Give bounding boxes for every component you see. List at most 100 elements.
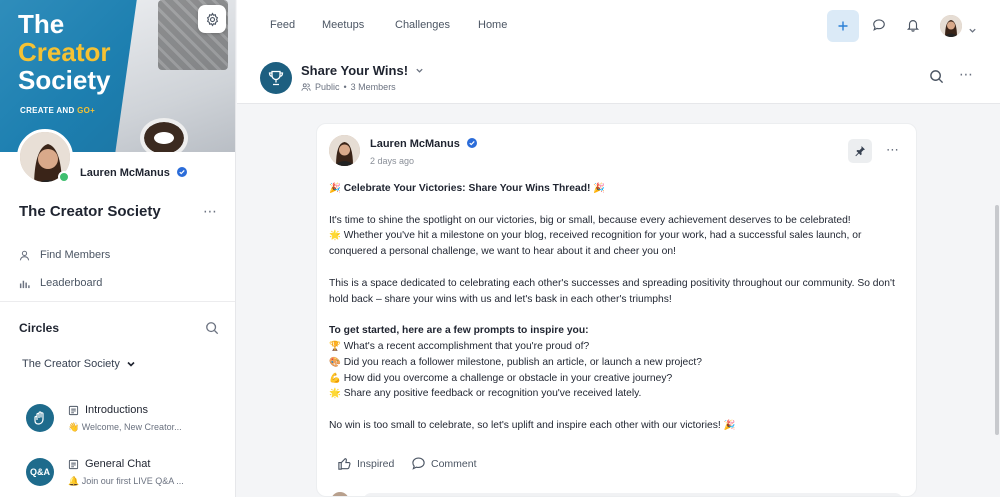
bar-chart-icon (19, 280, 30, 288)
post-author-row: Lauren McManus (370, 138, 477, 150)
post-author[interactable]: Lauren McManus (370, 138, 460, 150)
sidebar-item-label: Leaderboard (40, 277, 103, 289)
post-timestamp[interactable]: 2 days ago (370, 156, 414, 166)
meta-separator: • (343, 82, 347, 92)
comment-icon (412, 457, 425, 470)
circles-search-button[interactable] (205, 321, 219, 340)
comment-input[interactable] (363, 493, 903, 496)
space-title-row: Introductions (68, 404, 148, 416)
inspired-button[interactable]: Inspired (337, 456, 394, 471)
profile-name[interactable]: Lauren McManus (80, 167, 170, 179)
prompt-item: 💪 How did you overcome a challenge or ob… (329, 371, 909, 387)
community-more-button[interactable]: ⋯ (203, 203, 218, 220)
sidebar: The Creator Society CREATE AND GO+ Laure… (0, 0, 236, 497)
messages-button[interactable] (872, 18, 886, 37)
document-icon (68, 459, 79, 469)
avatar[interactable] (940, 15, 962, 37)
post-closing: No win is too small to celebrate, so let… (329, 418, 909, 434)
banner-coffee-cup-graphic (140, 118, 188, 152)
space-title-button[interactable]: Share Your Wins! (301, 63, 424, 78)
post-card: Lauren McManus 2 days ago ⋯ 🎉 Celebrate … (316, 123, 917, 497)
pin-icon (855, 146, 865, 157)
qa-badge-icon: Q&A (26, 458, 54, 486)
nav-challenges[interactable]: Challenges (395, 19, 450, 31)
space-preview: 👋 Welcome, New Creator... (68, 422, 182, 432)
star-icon: 🌟 (329, 230, 341, 242)
chevron-down-icon (969, 28, 976, 33)
circle-selector-dropdown[interactable]: The Creator Society (22, 358, 136, 370)
party-popper-icon: 🎉 (723, 419, 736, 431)
inspired-label: Inspired (357, 457, 395, 470)
banner-title-line1: The (18, 9, 65, 39)
space-more-button[interactable]: ⋯ (959, 66, 974, 83)
post-paragraph-text: Whether you've hit a milestone on your b… (329, 230, 862, 258)
prompt-item: 🌟 Share any positive feedback or recogni… (329, 386, 909, 402)
chevron-down-icon (416, 68, 423, 73)
chevron-down-icon (127, 361, 135, 367)
star-icon: 🌟 (329, 388, 341, 400)
community-banner: The Creator Society CREATE AND GO+ (0, 0, 235, 152)
post-body: 🎉 Celebrate Your Victories: Share Your W… (329, 181, 909, 434)
prompt-item: 🎨 Did you reach a follower milestone, pu… (329, 355, 909, 371)
notifications-button[interactable] (906, 18, 920, 37)
comment-label: Comment (431, 457, 477, 470)
top-navigation: Feed Meetups Challenges Home (237, 0, 1000, 52)
space-title: Share Your Wins! (301, 63, 409, 78)
avatar[interactable] (329, 135, 360, 166)
document-icon (68, 405, 79, 415)
palette-icon: 🎨 (329, 356, 341, 368)
nav-feed[interactable]: Feed (270, 19, 295, 31)
prompts-heading: To get started, here are a few prompts t… (329, 323, 909, 339)
space-item-introductions[interactable]: Introductions 👋 Welcome, New Creator... (26, 404, 226, 444)
post-paragraph: It's time to shine the spotlight on our … (329, 213, 909, 260)
visibility-label: Public (315, 82, 340, 92)
nav-home[interactable]: Home (478, 19, 507, 31)
party-popper-icon: 🎉 (593, 183, 606, 194)
comment-composer (331, 490, 903, 496)
gear-icon (206, 11, 218, 27)
thumbs-up-icon (338, 458, 351, 470)
bell-icon (906, 20, 920, 32)
profile-name-row: Lauren McManus (80, 167, 187, 179)
flexed-biceps-icon: 💪 (329, 372, 341, 384)
prompts-heading-text: To get started, here are a few prompts t… (329, 325, 589, 337)
space-preview: 🔔 Join our first LIVE Q&A ... (68, 476, 184, 486)
prompt-text: What's a recent accomplishment that you'… (343, 340, 590, 352)
prompt-text: Did you reach a follower milestone, publ… (343, 356, 703, 368)
sidebar-item-leaderboard[interactable]: Leaderboard (19, 275, 102, 291)
pin-button[interactable] (848, 139, 872, 163)
sidebar-item-label: Find Members (40, 249, 111, 261)
post-more-button[interactable]: ⋯ (886, 142, 900, 158)
circles-heading: Circles (19, 321, 60, 335)
trophy-icon (260, 62, 292, 94)
divider (0, 301, 235, 302)
post-heading: 🎉 Celebrate Your Victories: Share Your W… (329, 181, 909, 197)
banner-tagline-part2: GO+ (77, 106, 96, 115)
plus-icon (838, 21, 848, 31)
prompt-item: 🏆 What's a recent accomplishment that yo… (329, 339, 909, 355)
comment-button[interactable]: Comment (411, 456, 477, 471)
group-icon (301, 83, 311, 91)
online-status-indicator (58, 171, 70, 183)
member-count[interactable]: 3 Members (351, 82, 396, 92)
scrollbar[interactable] (995, 205, 999, 435)
sidebar-item-find-members[interactable]: Find Members (19, 247, 110, 263)
space-title-row: General Chat (68, 458, 150, 470)
banner-title: The Creator Society (18, 10, 111, 94)
create-button[interactable] (827, 10, 859, 42)
prompt-text: Share any positive feedback or recogniti… (343, 388, 642, 400)
post-heading-text: Celebrate Your Victories: Share Your Win… (343, 183, 591, 194)
trophy-icon: 🏆 (329, 340, 341, 352)
post-paragraph: This is a space dedicated to celebrating… (329, 277, 895, 305)
post-closing-text: No win is too small to celebrate, so let… (329, 419, 721, 431)
space-meta: Public • 3 Members (301, 82, 396, 92)
account-menu-button[interactable] (968, 22, 977, 40)
nav-meetups[interactable]: Meetups (322, 19, 364, 31)
space-header: Share Your Wins! Public • 3 Members ⋯ (237, 52, 1000, 104)
banner-title-line3: Society (18, 65, 111, 95)
verified-badge-icon (466, 138, 477, 148)
space-search-button[interactable] (929, 69, 944, 89)
space-title: General Chat (85, 458, 151, 470)
space-item-general-chat[interactable]: Q&A General Chat 🔔 Join our first LIVE Q… (26, 458, 226, 497)
settings-button[interactable] (198, 5, 226, 33)
